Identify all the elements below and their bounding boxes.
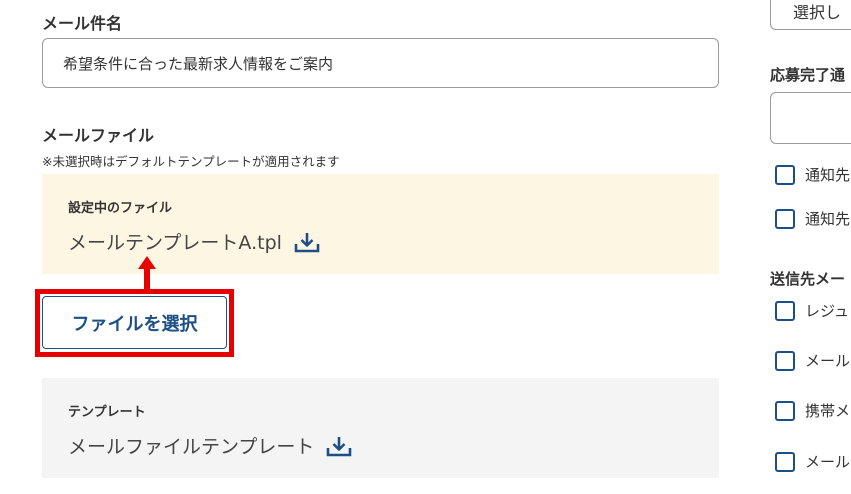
recipient-checkbox-row[interactable]: レジュ: [775, 300, 849, 321]
download-icon[interactable]: [326, 435, 352, 457]
recipient-checkbox[interactable]: [775, 300, 795, 321]
recipient-checkbox[interactable]: [775, 451, 795, 472]
recipient-checkbox[interactable]: [775, 350, 795, 371]
recipient-checkbox-label: メール: [805, 453, 851, 471]
mail-file-label: メールファイル: [42, 126, 155, 145]
subject-label: メール件名: [42, 14, 123, 33]
template-file-row: メールファイルテンプレート: [68, 432, 352, 459]
notify-checkbox-label: 通知先: [805, 166, 851, 184]
recipient-checkbox-row[interactable]: メール: [775, 350, 850, 371]
notify-checkbox[interactable]: [775, 208, 795, 229]
download-icon[interactable]: [294, 231, 320, 253]
current-file-caption: 設定中のファイル: [68, 201, 173, 216]
notify-checkbox-row[interactable]: 通知先: [775, 208, 850, 229]
template-box: テンプレート メールファイルテンプレート: [42, 378, 719, 478]
notify-checkbox-label: 通知先: [805, 210, 851, 228]
current-file-name: メールテンプレートA.tpl: [68, 232, 282, 254]
notify-checkbox[interactable]: [775, 164, 795, 185]
recipient-checkbox-row[interactable]: 携帯メ: [775, 400, 850, 421]
completion-label: 応募完了通: [770, 66, 846, 84]
subject-input[interactable]: [42, 38, 719, 88]
current-file-row: メールテンプレートA.tpl: [68, 228, 320, 255]
completion-input[interactable]: [770, 92, 851, 144]
right-select-button[interactable]: 選択し: [770, 0, 851, 30]
template-caption: テンプレート: [68, 405, 146, 420]
recipient-checkbox-label: 携帯メ: [805, 402, 851, 420]
notify-checkbox-row[interactable]: 通知先: [775, 164, 850, 185]
recipient-checkbox-label: レジュ: [805, 302, 849, 320]
recipient-label: 送信先メー: [770, 270, 846, 288]
recipient-checkbox-row[interactable]: メール: [775, 451, 850, 472]
recipient-checkbox-label: メール: [805, 352, 851, 370]
select-file-button[interactable]: ファイルを選択: [42, 296, 227, 349]
mail-file-note: ※未選択時はデフォルトテンプレートが適用されます: [42, 154, 340, 169]
recipient-checkbox[interactable]: [775, 400, 795, 421]
template-file-name: メールファイルテンプレート: [68, 436, 315, 458]
